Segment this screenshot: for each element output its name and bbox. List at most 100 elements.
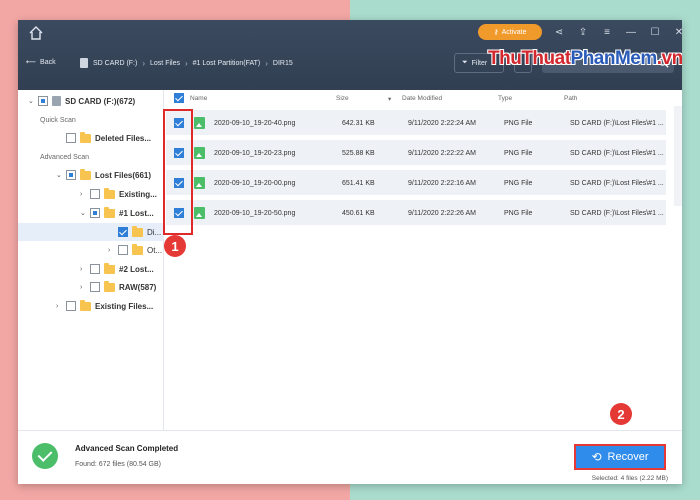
check-circle-icon <box>32 443 58 469</box>
back-button[interactable]: ⟵ Back <box>26 58 56 67</box>
table-row[interactable]: 2020-09-10_19-20-23.png 525.88 KB 9/11/2… <box>166 140 666 166</box>
tree-checkbox[interactable] <box>90 282 100 292</box>
file-type: PNG File <box>504 210 533 217</box>
chevron-right-icon[interactable]: › <box>108 247 114 254</box>
column-header-date[interactable]: Date Modified <box>402 95 442 102</box>
export-icon[interactable]: ⇪ <box>576 25 590 39</box>
chevron-down-icon[interactable]: ⌄ <box>80 209 86 217</box>
column-header-type[interactable]: Type <box>498 95 512 102</box>
tree-checkbox[interactable] <box>66 170 76 180</box>
select-all-checkbox[interactable] <box>174 93 184 103</box>
chevron-right-icon[interactable]: › <box>80 266 86 273</box>
breadcrumb: SD CARD (F:) › Lost Files › #1 Lost Part… <box>80 58 293 68</box>
chevron-right-icon[interactable]: › <box>80 191 86 198</box>
image-file-icon <box>194 117 205 129</box>
tree-item-existing[interactable]: › Existing... <box>80 187 157 199</box>
folder-icon <box>80 131 91 143</box>
tree-item-other[interactable]: › Ot... <box>108 243 162 255</box>
file-type: PNG File <box>504 120 533 127</box>
folder-icon <box>104 280 115 292</box>
tree-item-raw[interactable]: › RAW(587) <box>80 280 157 292</box>
tree-checkbox[interactable] <box>90 208 100 218</box>
folder-icon <box>80 299 91 311</box>
column-header-path[interactable]: Path <box>564 95 577 102</box>
image-file-icon <box>194 177 205 189</box>
chevron-right-icon[interactable]: › <box>80 284 86 291</box>
file-size: 525.88 KB <box>342 150 375 157</box>
folder-icon <box>132 243 143 255</box>
tree-item-root[interactable]: ⌄ SD CARD (F:)(672) <box>28 96 135 106</box>
file-date: 9/11/2020 2:22:16 AM <box>408 180 476 187</box>
tree-label: Existing... <box>119 189 157 199</box>
table-row[interactable]: 2020-09-10_19-20-40.png 642.31 KB 9/11/2… <box>166 110 666 136</box>
step-badge-1: 1 <box>164 235 186 257</box>
drive-icon <box>52 96 61 106</box>
file-path: SD CARD (F:)\Lost Files\#1 ... <box>570 210 664 217</box>
tree-label: Deleted Files... <box>95 133 152 143</box>
file-list: Name Size ▾ Date Modified Type Path 2020… <box>164 90 682 430</box>
maximize-icon[interactable]: ☐ <box>648 25 662 39</box>
folder-icon <box>80 168 91 180</box>
app-window: ⚷ Activate ⋖ ⇪ ≡ — ☐ ✕ ⟵ Back SD CARD (F… <box>18 20 682 484</box>
breadcrumb-item-dir[interactable]: DIR15 <box>273 60 293 67</box>
window-controls: ⋖ ⇪ ≡ — ☐ ✕ <box>552 25 682 39</box>
column-header-size[interactable]: Size <box>336 95 349 102</box>
breadcrumb-item-lost-files[interactable]: Lost Files <box>150 60 180 67</box>
file-size: 651.41 KB <box>342 180 375 187</box>
breadcrumb-item-partition[interactable]: #1 Lost Partition(FAT) <box>193 60 261 67</box>
tree-item-dir[interactable]: Di... <box>118 225 162 237</box>
table-row[interactable]: 2020-09-10_19-20-50.png 450.61 KB 9/11/2… <box>166 200 666 226</box>
menu-icon[interactable]: ≡ <box>600 25 614 39</box>
home-icon[interactable] <box>28 25 44 41</box>
file-path: SD CARD (F:)\Lost Files\#1 ... <box>570 120 664 127</box>
tree-checkbox[interactable] <box>66 301 76 311</box>
activate-label: Activate <box>501 28 527 36</box>
breadcrumb-separator: › <box>265 58 268 68</box>
back-label: Back <box>40 58 56 66</box>
watermark-part3: .vn <box>656 48 682 69</box>
file-type: PNG File <box>504 150 533 157</box>
file-path: SD CARD (F:)\Lost Files\#1 ... <box>570 180 664 187</box>
share-icon[interactable]: ⋖ <box>552 25 566 39</box>
tree-label: Di... <box>147 227 162 237</box>
tree-item-deleted-files[interactable]: Deleted Files... <box>66 131 152 143</box>
tree-label: #2 Lost... <box>119 264 154 274</box>
scan-status-title: Advanced Scan Completed <box>75 444 179 453</box>
breadcrumb-separator: › <box>184 58 188 68</box>
close-icon[interactable]: ✕ <box>672 25 682 39</box>
tree-item-lost-files[interactable]: ⌄ Lost Files(661) <box>56 168 151 180</box>
chevron-down-icon[interactable]: ⌄ <box>28 97 34 105</box>
chevron-down-icon[interactable]: ⌄ <box>56 171 62 179</box>
tree-item-existing-files[interactable]: › Existing Files... <box>56 299 154 311</box>
watermark-part2: PhanMem <box>570 48 658 69</box>
step-badge-2: 2 <box>610 403 632 425</box>
advanced-scan-header: Advanced Scan <box>40 154 90 161</box>
tree-label: RAW(587) <box>119 282 157 292</box>
column-header-name[interactable]: Name <box>190 95 207 102</box>
file-name: 2020-09-10_19-20-50.png <box>214 210 296 217</box>
tree-label: #1 Lost... <box>119 208 154 218</box>
folder-icon <box>104 206 115 218</box>
tree-checkbox[interactable] <box>118 227 128 237</box>
sort-down-icon[interactable]: ▾ <box>388 95 391 103</box>
recover-label: Recover <box>607 451 649 463</box>
chevron-right-icon[interactable]: › <box>56 303 62 310</box>
tree-item-lost-partition-2[interactable]: › #2 Lost... <box>80 262 154 274</box>
tree-checkbox[interactable] <box>90 264 100 274</box>
column-headers: Name Size ▾ Date Modified Type Path <box>164 90 682 106</box>
tree-item-lost-partition-1[interactable]: ⌄ #1 Lost... <box>80 206 154 218</box>
activate-button[interactable]: ⚷ Activate <box>478 24 542 40</box>
tree-checkbox[interactable] <box>118 245 128 255</box>
vertical-scrollbar[interactable] <box>674 106 682 206</box>
file-name: 2020-09-10_19-20-00.png <box>214 180 296 187</box>
minimize-icon[interactable]: — <box>624 25 638 39</box>
breadcrumb-item-drive[interactable]: SD CARD (F:) <box>93 60 137 67</box>
tree-checkbox[interactable] <box>66 133 76 143</box>
file-date: 9/11/2020 2:22:26 AM <box>408 210 476 217</box>
tree-checkbox[interactable] <box>90 189 100 199</box>
table-row[interactable]: 2020-09-10_19-20-00.png 651.41 KB 9/11/2… <box>166 170 666 196</box>
checkbox-highlight-box <box>163 109 193 235</box>
recover-button[interactable]: ⟲ Recover <box>574 444 666 470</box>
tree-label: Existing Files... <box>95 301 154 311</box>
tree-checkbox[interactable] <box>38 96 48 106</box>
